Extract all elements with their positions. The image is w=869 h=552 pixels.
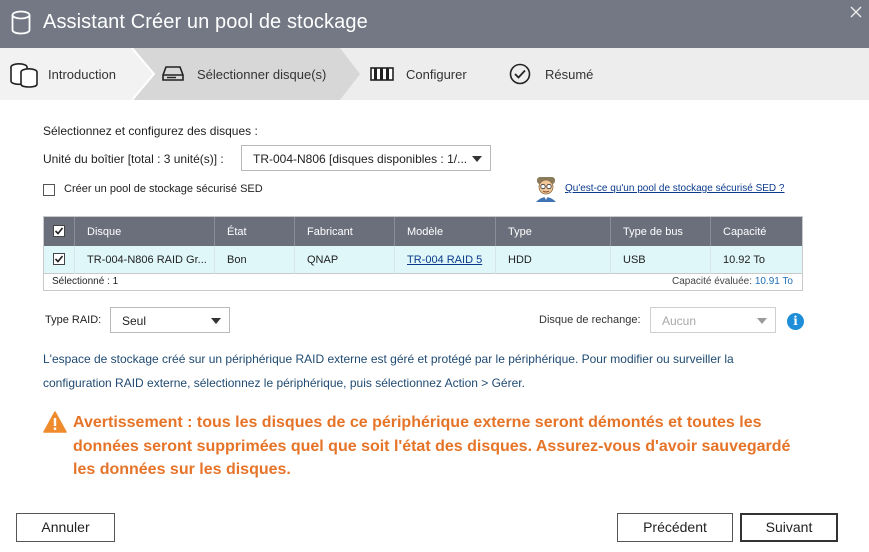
step-summary: Résumé bbox=[500, 48, 620, 100]
spare-disk-dropdown[interactable]: Aucun bbox=[650, 307, 776, 333]
column-header-state[interactable]: État bbox=[214, 217, 294, 246]
chevron-down-icon bbox=[757, 318, 767, 324]
step-label: Configurer bbox=[406, 67, 467, 82]
wizard-steps: Introduction Sélectionner disque(s) Conf… bbox=[0, 48, 869, 100]
column-header-manufacturer[interactable]: Fabricant bbox=[294, 217, 394, 246]
checkmark-icon bbox=[54, 227, 64, 235]
close-icon[interactable] bbox=[848, 4, 864, 20]
checkmark-circle-icon bbox=[509, 63, 531, 85]
cell-capacity: 10.92 To bbox=[710, 246, 802, 274]
cell-model: TR-004 RAID 5 bbox=[394, 246, 495, 274]
cell-state: Bon bbox=[214, 246, 294, 274]
info-icon[interactable]: i bbox=[787, 313, 804, 330]
section-title: Sélectionnez et configurez des disques : bbox=[43, 124, 258, 138]
title-bar: Assistant Créer un pool de stockage bbox=[0, 0, 869, 48]
step-label: Introduction bbox=[48, 67, 116, 82]
sed-info-link[interactable]: Qu'est-ce qu'un pool de stockage sécuris… bbox=[565, 183, 785, 194]
table-header: Disque État Fabricant Modèle Type Type d… bbox=[44, 217, 802, 246]
cell-type: HDD bbox=[495, 246, 610, 274]
table-footer: Sélectionné : 1 Capacité évaluée: 10.91 … bbox=[44, 274, 802, 290]
spare-disk-label: Disque de rechange: bbox=[539, 314, 641, 326]
database-icon bbox=[11, 10, 31, 35]
checkmark-icon bbox=[54, 255, 64, 263]
enclosure-dropdown[interactable]: TR-004-N806 [disques disponibles : 1/... bbox=[241, 145, 491, 171]
cancel-button[interactable]: Annuler bbox=[16, 513, 115, 542]
selected-count: Sélectionné : 1 bbox=[52, 276, 119, 287]
step-introduction: Introduction bbox=[0, 48, 132, 100]
helper-avatar-icon bbox=[536, 177, 556, 202]
sed-checkbox[interactable] bbox=[43, 184, 55, 196]
step-select-disks: Sélectionner disque(s) bbox=[132, 48, 342, 100]
disk-table: Disque État Fabricant Modèle Type Type d… bbox=[43, 216, 803, 291]
column-header-capacity[interactable]: Capacité bbox=[710, 217, 802, 246]
cell-disk: TR-004-N806 RAID Gr... bbox=[74, 246, 214, 274]
chevron-down-icon bbox=[211, 318, 221, 324]
model-link[interactable]: TR-004 RAID 5 bbox=[407, 254, 482, 266]
step-label: Sélectionner disque(s) bbox=[197, 67, 327, 82]
raid-config-icon bbox=[370, 67, 394, 81]
select-all-checkbox[interactable] bbox=[53, 225, 65, 237]
enclosure-dropdown-value: TR-004-N806 [disques disponibles : 1/... bbox=[253, 152, 468, 166]
estimated-capacity: Capacité évaluée: 10.91 To bbox=[671, 276, 793, 287]
step-label: Résumé bbox=[545, 67, 594, 82]
next-button[interactable]: Suivant bbox=[740, 513, 838, 542]
column-header-disk[interactable]: Disque bbox=[74, 217, 214, 246]
raid-type-label: Type RAID: bbox=[45, 314, 102, 326]
enclosure-label: Unité du boîtier [total : 3 unité(s)] : bbox=[43, 152, 224, 166]
chevron-down-icon bbox=[472, 156, 482, 162]
step-configure: Configurer bbox=[360, 48, 490, 100]
row-checkbox[interactable] bbox=[53, 253, 65, 265]
raid-type-dropdown[interactable]: Seul bbox=[110, 307, 230, 333]
column-header-model[interactable]: Modèle bbox=[394, 217, 495, 246]
column-header-type[interactable]: Type bbox=[495, 217, 610, 246]
spare-disk-value: Aucun bbox=[662, 314, 697, 328]
external-raid-info-text: L'espace de stockage créé sur un périphé… bbox=[43, 352, 734, 390]
raid-type-value: Seul bbox=[122, 314, 147, 328]
warning-message: Avertissement : tous les disques de ce p… bbox=[73, 414, 791, 478]
window-title: Assistant Créer un pool de stockage bbox=[43, 11, 368, 33]
database-icon bbox=[10, 62, 38, 88]
sed-checkbox-label: Créer un pool de stockage sécurisé SED bbox=[64, 183, 263, 195]
cell-manufacturer: QNAP bbox=[294, 246, 394, 274]
disk-drive-icon bbox=[162, 66, 184, 81]
cell-bus-type: USB bbox=[610, 246, 710, 274]
table-row[interactable]: TR-004-N806 RAID Gr... Bon QNAP TR-004 R… bbox=[44, 246, 802, 274]
warning-icon bbox=[43, 411, 67, 433]
previous-button[interactable]: Précédent bbox=[617, 513, 733, 542]
estimated-capacity-value: 10.91 To bbox=[754, 276, 793, 287]
column-header-bus-type[interactable]: Type de bus bbox=[610, 217, 710, 246]
